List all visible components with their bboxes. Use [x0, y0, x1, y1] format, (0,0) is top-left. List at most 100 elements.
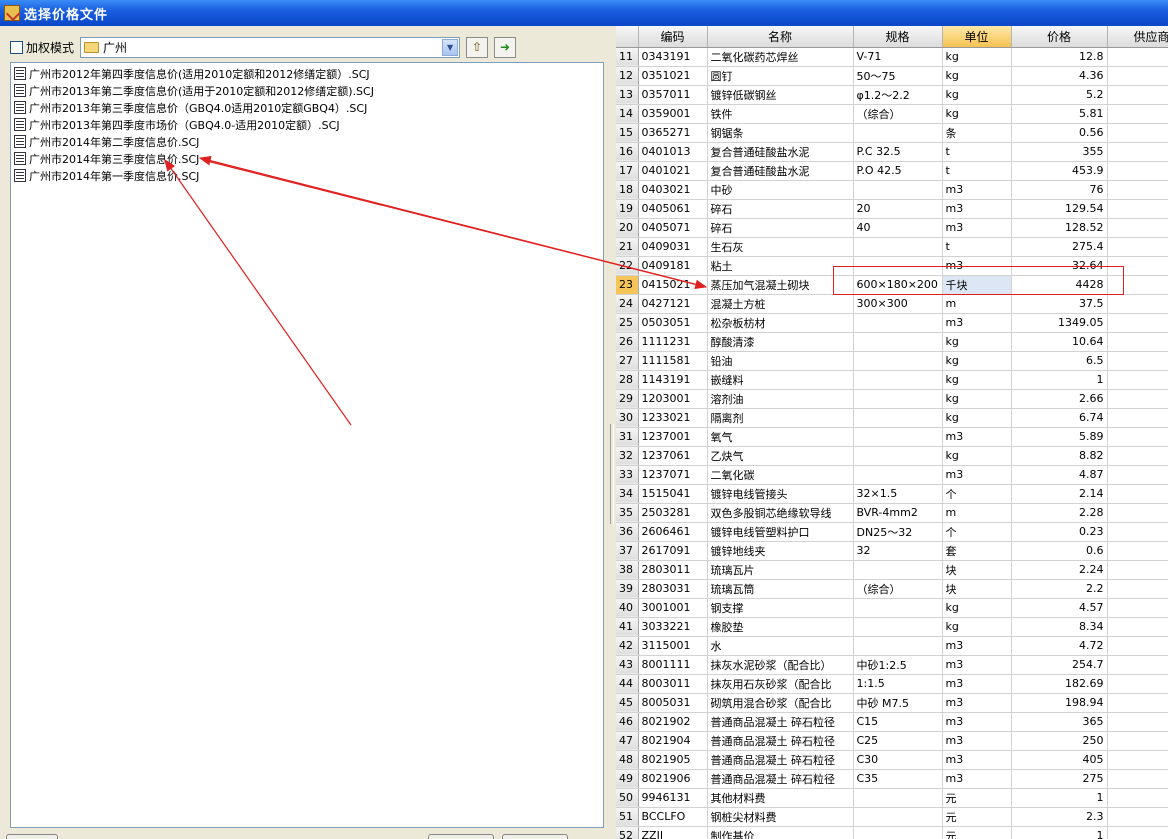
code-cell[interactable]: 1143191: [638, 370, 708, 390]
table-row[interactable]: 23 0415021 蒸压加气混凝土砌块 600×180×200 千块 4428: [616, 275, 1168, 295]
supplier-cell[interactable]: [1107, 104, 1168, 124]
unit-cell[interactable]: t: [942, 237, 1012, 257]
code-cell[interactable]: 8001111: [638, 655, 708, 675]
name-cell[interactable]: 琉璃瓦筒: [707, 579, 854, 599]
table-row[interactable]: 20 0405071 碎石 40 m3 128.52: [616, 218, 1168, 238]
name-cell[interactable]: 抹灰用石灰砂浆（配合比: [707, 674, 854, 694]
table-row[interactable]: 19 0405061 碎石 20 m3 129.54: [616, 199, 1168, 219]
name-cell[interactable]: 钢锯条: [707, 123, 854, 143]
unit-cell[interactable]: m3: [942, 731, 1012, 751]
unit-cell[interactable]: kg: [942, 389, 1012, 409]
table-row[interactable]: 29 1203001 溶剂油 kg 2.66: [616, 389, 1168, 409]
weighted-mode-checkbox[interactable]: [10, 40, 23, 54]
spec-cell[interactable]: P.C 32.5: [853, 142, 943, 162]
supplier-cell[interactable]: [1107, 427, 1168, 447]
supplier-cell[interactable]: [1107, 636, 1168, 656]
unit-cell[interactable]: m3: [942, 465, 1012, 485]
row-number[interactable]: 15: [616, 123, 639, 143]
unit-cell[interactable]: 个: [942, 522, 1012, 542]
spec-cell[interactable]: [853, 636, 943, 656]
spec-cell[interactable]: [853, 123, 943, 143]
price-cell[interactable]: 2.28: [1011, 503, 1108, 523]
supplier-cell[interactable]: [1107, 66, 1168, 86]
spec-cell[interactable]: [853, 370, 943, 390]
price-cell[interactable]: 1: [1011, 370, 1108, 390]
price-cell[interactable]: 250: [1011, 731, 1108, 751]
spec-cell[interactable]: [853, 446, 943, 466]
code-cell[interactable]: 2606461: [638, 522, 708, 542]
row-number[interactable]: 34: [616, 484, 639, 504]
row-number[interactable]: 31: [616, 427, 639, 447]
unit-cell[interactable]: m3: [942, 693, 1012, 713]
file-list-item[interactable]: 广州市2013年第三季度信息价（GBQ4.0适用2010定额GBQ4）.SCJ: [11, 99, 603, 116]
code-cell[interactable]: 8021902: [638, 712, 708, 732]
table-row[interactable]: 52 ZZJJ 制作基价 元 1: [616, 826, 1168, 839]
column-header-supplier[interactable]: 供应商: [1107, 26, 1168, 48]
unit-cell[interactable]: m3: [942, 427, 1012, 447]
table-row[interactable]: 36 2606461 镀锌电线管塑料护口 DN25～32 个 0.23: [616, 522, 1168, 542]
name-cell[interactable]: 镀锌地线夹: [707, 541, 854, 561]
name-cell[interactable]: 中砂: [707, 180, 854, 200]
name-cell[interactable]: 镀锌电线管接头: [707, 484, 854, 504]
code-cell[interactable]: 8005031: [638, 693, 708, 713]
price-cell[interactable]: 5.89: [1011, 427, 1108, 447]
pane-splitter[interactable]: [610, 424, 614, 524]
unit-cell[interactable]: kg: [942, 598, 1012, 618]
name-cell[interactable]: 水: [707, 636, 854, 656]
unit-cell[interactable]: m3: [942, 712, 1012, 732]
file-list-item[interactable]: 广州市2013年第二季度信息价(适用于2010定额和2012修缮定额).SCJ: [11, 82, 603, 99]
code-cell[interactable]: 1233021: [638, 408, 708, 428]
code-cell[interactable]: 8021904: [638, 731, 708, 751]
code-cell[interactable]: 0409181: [638, 256, 708, 276]
supplier-cell[interactable]: [1107, 807, 1168, 827]
code-cell[interactable]: 0351021: [638, 66, 708, 86]
name-cell[interactable]: 琉璃瓦片: [707, 560, 854, 580]
price-cell[interactable]: 365: [1011, 712, 1108, 732]
unit-cell[interactable]: m3: [942, 256, 1012, 276]
row-number[interactable]: 28: [616, 370, 639, 390]
supplier-cell[interactable]: [1107, 788, 1168, 808]
code-cell[interactable]: 9946131: [638, 788, 708, 808]
price-cell[interactable]: 32.64: [1011, 256, 1108, 276]
table-row[interactable]: 35 2503281 双色多股铜芯绝缘软导线 BVR-4mm2 m 2.28: [616, 503, 1168, 523]
name-cell[interactable]: 普通商品混凝土 碎石粒径: [707, 712, 854, 732]
code-cell[interactable]: 8021906: [638, 769, 708, 789]
name-cell[interactable]: 制作基价: [707, 826, 854, 839]
code-cell[interactable]: 0405061: [638, 199, 708, 219]
name-cell[interactable]: 氧气: [707, 427, 854, 447]
unit-cell[interactable]: m3: [942, 655, 1012, 675]
unit-cell[interactable]: m3: [942, 218, 1012, 238]
row-number[interactable]: 50: [616, 788, 639, 808]
name-cell[interactable]: 二氧化碳药芯焊丝: [707, 47, 854, 67]
unit-cell[interactable]: m: [942, 294, 1012, 314]
spec-cell[interactable]: [853, 332, 943, 352]
code-cell[interactable]: 0403021: [638, 180, 708, 200]
table-row[interactable]: 24 0427121 混凝土方桩 300×300 m 37.5: [616, 294, 1168, 314]
row-number[interactable]: 46: [616, 712, 639, 732]
spec-cell[interactable]: [853, 408, 943, 428]
table-row[interactable]: 40 3001001 钢支撑 kg 4.57: [616, 598, 1168, 618]
table-row[interactable]: 41 3033221 橡胶垫 kg 8.34: [616, 617, 1168, 637]
name-cell[interactable]: 醇酸清漆: [707, 332, 854, 352]
spec-cell[interactable]: V-71: [853, 47, 943, 67]
name-cell[interactable]: 混凝土方桩: [707, 294, 854, 314]
price-cell[interactable]: 1349.05: [1011, 313, 1108, 333]
bottom-left-button[interactable]: [6, 834, 58, 839]
code-cell[interactable]: 8021905: [638, 750, 708, 770]
unit-cell[interactable]: m3: [942, 769, 1012, 789]
unit-cell[interactable]: 块: [942, 579, 1012, 599]
row-number[interactable]: 14: [616, 104, 639, 124]
supplier-cell[interactable]: [1107, 351, 1168, 371]
name-cell[interactable]: 钢桩尖材料费: [707, 807, 854, 827]
table-row[interactable]: 21 0409031 生石灰 t 275.4: [616, 237, 1168, 257]
code-cell[interactable]: 3001001: [638, 598, 708, 618]
unit-cell[interactable]: m3: [942, 636, 1012, 656]
name-cell[interactable]: 粘土: [707, 256, 854, 276]
unit-cell[interactable]: kg: [942, 47, 1012, 67]
price-cell[interactable]: 198.94: [1011, 693, 1108, 713]
row-number[interactable]: 45: [616, 693, 639, 713]
spec-cell[interactable]: 40: [853, 218, 943, 238]
name-cell[interactable]: 嵌缝料: [707, 370, 854, 390]
spec-cell[interactable]: DN25～32: [853, 522, 943, 542]
name-cell[interactable]: 普通商品混凝土 碎石粒径: [707, 731, 854, 751]
